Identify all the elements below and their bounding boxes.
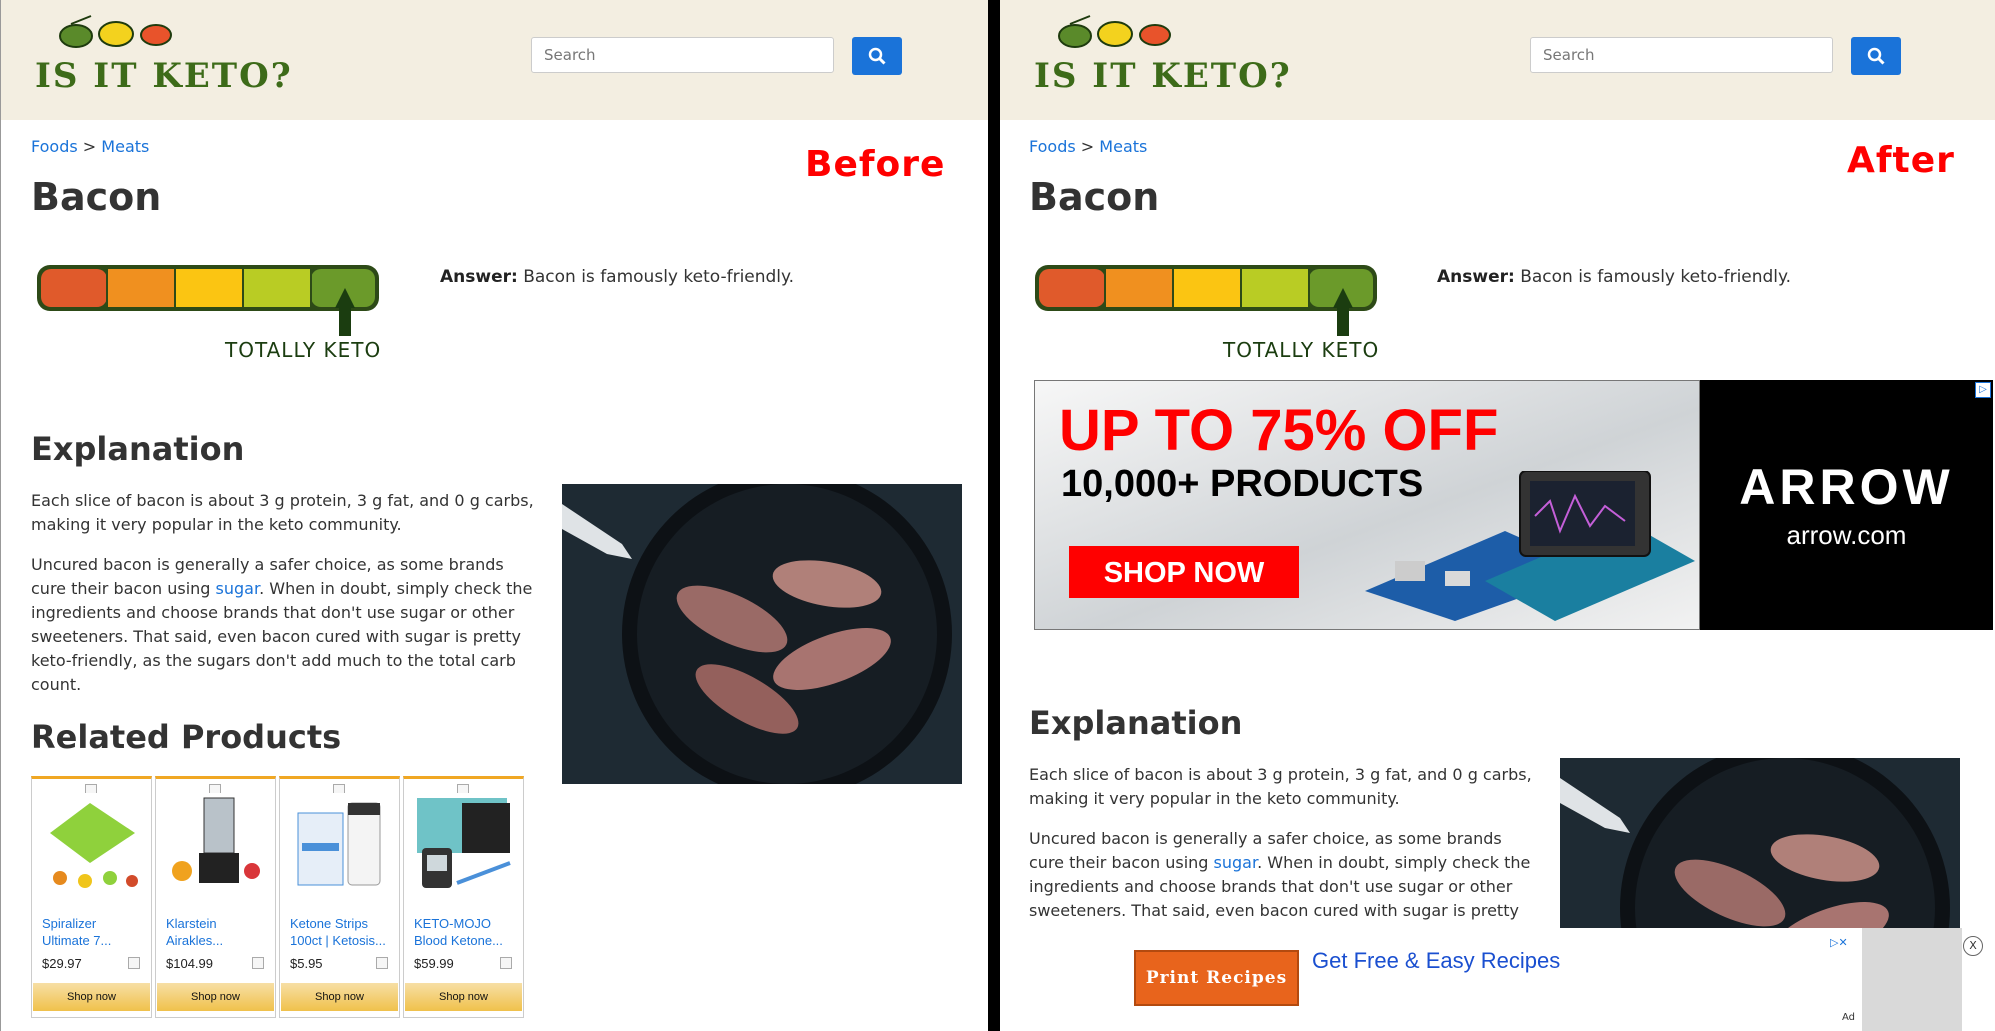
electronics-boards-image (1365, 471, 1695, 621)
sugar-link[interactable]: sugar (1214, 853, 1258, 872)
after-label: After (1847, 140, 1955, 181)
search-button[interactable] (1851, 37, 1901, 75)
banner-ad-creative: UP TO 75% OFF 10,000+ PRODUCTS SHOP NOW (1034, 380, 1700, 630)
ad-brand-domain: arrow.com (1786, 520, 1907, 550)
sticky-bottom-ad[interactable]: Print Recipes Get Free & Easy Recipes ▷✕… (1000, 928, 1995, 1031)
broken-image-icon (376, 957, 388, 969)
explanation-heading: Explanation (1029, 704, 1243, 742)
print-recipes-button[interactable]: Print Recipes (1134, 950, 1299, 1006)
answer-label: Answer: (440, 267, 518, 287)
ad-brand-panel: ARROW arrow.com (1700, 380, 1993, 630)
product-price: $104.99 (166, 956, 213, 971)
product-card[interactable]: KETO-MOJO Blood Ketone... $59.99 Shop no… (403, 776, 524, 1018)
product-price: $59.99 (414, 956, 454, 971)
vegetables-logo-icon (1058, 15, 1171, 48)
bacon-pan-image (1560, 758, 1960, 938)
adchoices-icon[interactable]: ▷✕ (1830, 936, 1858, 950)
logo-text: IS IT KETO? (1034, 56, 1292, 96)
blender-image (164, 793, 267, 891)
answer-value: Bacon is famously keto-friendly. (523, 267, 795, 287)
broken-image-icon (252, 957, 264, 969)
keto-mojo-image (412, 793, 515, 891)
answer-value: Bacon is famously keto-friendly. (1520, 267, 1792, 287)
ad-brand-logo: ARROW (1739, 459, 1954, 515)
adchoices-icon[interactable]: ▷ (1975, 382, 1991, 398)
keto-meter: TOTALLY KETO (1033, 262, 1383, 372)
breadcrumb: Foods > Meats (1029, 137, 1147, 156)
free-recipes-link[interactable]: Get Free & Easy Recipes (1312, 948, 1560, 974)
product-card[interactable]: Klarstein Airakles... $104.99 Shop now (155, 776, 276, 1018)
ad-label: Ad (1842, 1012, 1856, 1023)
breadcrumb-meats[interactable]: Meats (1099, 137, 1147, 156)
explanation-heading: Explanation (31, 430, 245, 468)
product-name[interactable]: Ketone Strips 100ct | Ketosis... (290, 915, 390, 949)
breadcrumb-foods[interactable]: Foods (31, 137, 78, 156)
shop-now-button[interactable]: Shop now (281, 983, 398, 1011)
before-panel: IS IT KETO? Foods > Meats Before Bacon T… (0, 0, 988, 1031)
breadcrumb-meats[interactable]: Meats (101, 137, 149, 156)
site-header: IS IT KETO? (1, 0, 988, 120)
vegetables-logo-icon (59, 15, 172, 48)
explanation-paragraph-1: Each slice of bacon is about 3 g protein… (1029, 765, 1532, 808)
before-label: Before (805, 144, 946, 185)
search-button[interactable] (852, 37, 902, 75)
ad-shop-now-button[interactable]: SHOP NOW (1069, 546, 1299, 598)
close-ad-button[interactable]: X (1963, 936, 1983, 956)
search-icon (1867, 47, 1885, 65)
search-input[interactable] (531, 37, 834, 73)
spiralizer-image (40, 793, 143, 891)
after-panel: IS IT KETO? Foods > Meats After Bacon TO… (1000, 0, 1995, 1031)
product-name[interactable]: Klarstein Airakles... (166, 915, 266, 949)
bacon-photo (562, 484, 962, 784)
product-price: $5.95 (290, 956, 323, 971)
ad-headline: UP TO 75% OFF (1059, 398, 1499, 463)
answer-text: Answer: Bacon is famously keto-friendly. (1437, 267, 1791, 287)
bacon-photo (1560, 758, 1960, 938)
site-logo[interactable]: IS IT KETO? (31, 14, 291, 96)
ketone-strips-image (288, 793, 391, 891)
logo-text: IS IT KETO? (35, 56, 293, 96)
sugar-link[interactable]: sugar (216, 579, 260, 598)
product-price: $29.97 (42, 956, 82, 971)
breadcrumb: Foods > Meats (31, 137, 149, 156)
answer-label: Answer: (1437, 267, 1515, 287)
breadcrumb-separator: > (1080, 137, 1095, 156)
keto-meter: TOTALLY KETO (35, 262, 385, 372)
broken-image-icon (500, 957, 512, 969)
explanation-paragraph-1: Each slice of bacon is about 3 g protein… (31, 491, 534, 534)
search-icon (868, 47, 886, 65)
explanation-paragraph-2: Uncured bacon is generally a safer choic… (31, 553, 541, 697)
related-products-heading: Related Products (31, 718, 342, 756)
answer-text: Answer: Bacon is famously keto-friendly. (440, 267, 794, 287)
product-name[interactable]: KETO-MOJO Blood Ketone... (414, 915, 514, 949)
banner-ad[interactable]: UP TO 75% OFF 10,000+ PRODUCTS SHOP NOW … (1034, 380, 1993, 630)
page-title: Bacon (1029, 175, 1160, 219)
shop-now-button[interactable]: Shop now (157, 983, 274, 1011)
product-card[interactable]: Spiralizer Ultimate 7... $29.97 Shop now (31, 776, 152, 1018)
shop-now-button[interactable]: Shop now (405, 983, 522, 1011)
keto-meter-label: TOTALLY KETO (1223, 338, 1380, 362)
bacon-pan-image (562, 484, 962, 784)
keto-meter-label: TOTALLY KETO (225, 338, 382, 362)
search-input[interactable] (1530, 37, 1833, 73)
breadcrumb-foods[interactable]: Foods (1029, 137, 1076, 156)
product-name[interactable]: Spiralizer Ultimate 7... (42, 915, 142, 949)
ad-image-placeholder (1862, 928, 1962, 1031)
shop-now-button[interactable]: Shop now (33, 983, 150, 1011)
site-logo[interactable]: IS IT KETO? (1030, 14, 1290, 96)
page-title: Bacon (31, 175, 162, 219)
breadcrumb-separator: > (82, 137, 97, 156)
broken-image-icon (128, 957, 140, 969)
site-header: IS IT KETO? (1000, 0, 1995, 120)
product-card[interactable]: Ketone Strips 100ct | Ketosis... $5.95 S… (279, 776, 400, 1018)
